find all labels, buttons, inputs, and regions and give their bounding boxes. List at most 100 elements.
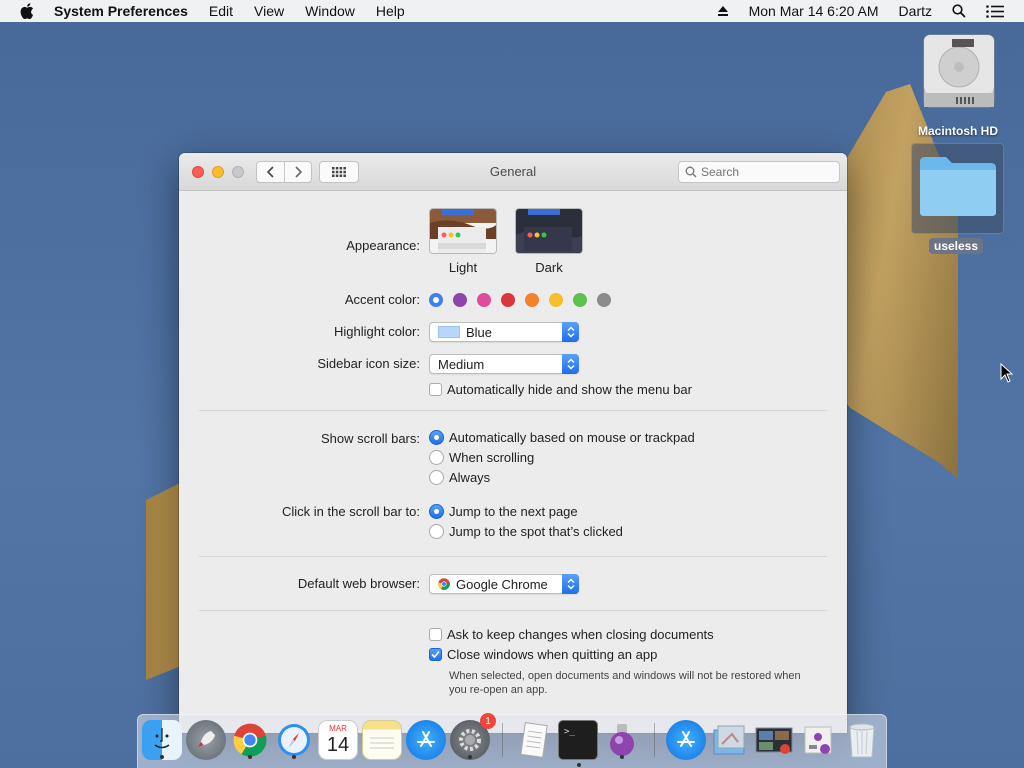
sidebar-icon-size-label: Sidebar icon size:: [317, 356, 420, 371]
dock-documents-stack[interactable]: [754, 720, 794, 760]
ask-keep-changes-row[interactable]: Ask to keep changes when closing documen…: [429, 627, 714, 642]
dock-system-preferences[interactable]: 1: [450, 713, 496, 760]
jump-spot-radio[interactable]: [429, 524, 444, 539]
system-preferences-window: General Appearance: Ligh: [179, 153, 847, 733]
appearance-label: Appearance:: [346, 238, 420, 253]
close-windows-label[interactable]: Close windows when quitting an app: [447, 647, 657, 662]
dock-utilities-stack[interactable]: [798, 720, 838, 760]
running-indicator: [577, 763, 581, 767]
notes-icon: [370, 737, 394, 749]
accent-color-swatch-3[interactable]: [477, 293, 491, 307]
dock-launchpad[interactable]: [186, 720, 226, 760]
spotlight-search-icon[interactable]: [952, 4, 966, 18]
running-indicator: [248, 755, 252, 759]
folder-icon[interactable]: [918, 154, 998, 218]
scroll-when-scrolling-radio[interactable]: [429, 450, 444, 465]
menubar-user[interactable]: Dartz: [899, 3, 932, 19]
close-windows-checkbox[interactable]: [429, 648, 442, 661]
macintosh-hd-label[interactable]: Macintosh HD: [906, 124, 1010, 138]
finder-icon: [154, 728, 170, 749]
running-indicator: [160, 755, 164, 759]
accent-color-swatch-2[interactable]: [453, 293, 467, 307]
dock-terminal[interactable]: >_: [558, 720, 598, 767]
menu-window[interactable]: Window: [305, 3, 355, 19]
accent-color-swatch-7[interactable]: [573, 293, 587, 307]
scroll-always-label[interactable]: Always: [449, 470, 490, 485]
appearance-dark-option[interactable]: Dark: [513, 208, 585, 275]
highlight-swatch: [438, 326, 460, 338]
popup-arrows-icon: [562, 354, 579, 374]
search-field[interactable]: [678, 161, 840, 183]
default-browser-popup[interactable]: Google Chrome: [429, 574, 579, 594]
dock-downloads-stack[interactable]: [710, 720, 750, 760]
close-windows-row[interactable]: Close windows when quitting an app: [429, 647, 657, 662]
auto-hide-menu-label[interactable]: Automatically hide and show the menu bar: [447, 382, 692, 397]
search-icon: [685, 166, 697, 178]
title-bar[interactable]: General: [179, 153, 847, 191]
accent-color-swatch-5[interactable]: [525, 293, 539, 307]
dock-notes[interactable]: [362, 720, 402, 760]
appearance-light-thumbnail[interactable]: [429, 208, 497, 254]
highlight-color-value: Blue: [466, 324, 493, 340]
dock-calendar[interactable]: MAR 14: [318, 720, 358, 760]
sidebar-icon-size-popup[interactable]: Medium: [429, 354, 579, 374]
scroll-option-always[interactable]: Always: [429, 470, 490, 485]
dock-screenshot[interactable]: [602, 720, 642, 760]
dock-applications-folder[interactable]: [666, 720, 706, 760]
gear-icon: [459, 729, 481, 751]
accent-color-swatch-1[interactable]: [429, 293, 443, 307]
apple-menu-icon[interactable]: [18, 3, 36, 19]
dock-safari[interactable]: [274, 720, 314, 760]
close-windows-note: When selected, open documents and window…: [449, 670, 801, 696]
jump-next-page-radio[interactable]: [429, 504, 444, 519]
dock-textedit[interactable]: [514, 720, 554, 760]
dock-app-store[interactable]: [406, 720, 446, 760]
appearance-dark-label: Dark: [535, 260, 563, 275]
search-input[interactable]: [701, 165, 821, 179]
macintosh-hd-icon[interactable]: [922, 33, 996, 109]
dock-trash[interactable]: [842, 720, 882, 760]
dock-finder[interactable]: [142, 720, 182, 760]
notification-center-icon[interactable]: [986, 4, 1004, 18]
mouse-cursor-icon: [1000, 362, 1014, 386]
menubar-clock[interactable]: Mon Mar 14 6:20 AM: [749, 3, 879, 19]
scroll-auto-radio[interactable]: [429, 430, 444, 445]
appearance-light-option[interactable]: Light: [427, 208, 499, 275]
click-scroll-bar-label: Click in the scroll bar to:: [282, 504, 420, 519]
accent-color-swatch-4[interactable]: [501, 293, 515, 307]
menu-view[interactable]: View: [254, 3, 284, 19]
auto-hide-menu-checkbox[interactable]: [429, 383, 442, 396]
eject-icon[interactable]: [717, 5, 729, 17]
jump-next-page-label[interactable]: Jump to the next page: [449, 504, 578, 519]
scroll-option-auto[interactable]: Automatically based on mouse or trackpad: [429, 430, 695, 445]
auto-hide-menu-row[interactable]: Automatically hide and show the menu bar: [429, 382, 692, 397]
highlight-color-popup[interactable]: Blue: [429, 322, 579, 342]
dock-chrome[interactable]: [230, 720, 270, 760]
click-option-next[interactable]: Jump to the next page: [429, 504, 578, 519]
appearance-dark-thumbnail[interactable]: [515, 208, 583, 254]
folder-label[interactable]: useless: [929, 238, 984, 254]
accent-color-swatches: [429, 293, 621, 307]
stack-icon: [755, 727, 793, 754]
document-icon: [520, 722, 548, 758]
accent-color-swatch-8[interactable]: [597, 293, 611, 307]
highlight-color-label: Highlight color:: [334, 324, 420, 339]
accent-color-swatch-6[interactable]: [549, 293, 563, 307]
ask-keep-changes-checkbox[interactable]: [429, 628, 442, 641]
menu-app-name[interactable]: System Preferences: [54, 3, 188, 19]
scroll-when-scrolling-label[interactable]: When scrolling: [449, 450, 534, 465]
sidebar-icon-size-value: Medium: [438, 356, 485, 372]
popup-arrows-icon: [562, 322, 579, 342]
notification-badge: 1: [480, 713, 496, 729]
show-scroll-bars-label: Show scroll bars:: [321, 431, 420, 446]
ask-keep-changes-label[interactable]: Ask to keep changes when closing documen…: [447, 627, 714, 642]
scroll-auto-label[interactable]: Automatically based on mouse or trackpad: [449, 430, 695, 445]
appearance-light-label: Light: [448, 260, 478, 275]
dock-separator: [502, 723, 503, 757]
scroll-always-radio[interactable]: [429, 470, 444, 485]
menu-help[interactable]: Help: [376, 3, 405, 19]
scroll-option-scrolling[interactable]: When scrolling: [429, 450, 534, 465]
jump-spot-label[interactable]: Jump to the spot that’s clicked: [449, 524, 623, 539]
click-option-spot[interactable]: Jump to the spot that’s clicked: [429, 524, 623, 539]
menu-edit[interactable]: Edit: [209, 3, 233, 19]
